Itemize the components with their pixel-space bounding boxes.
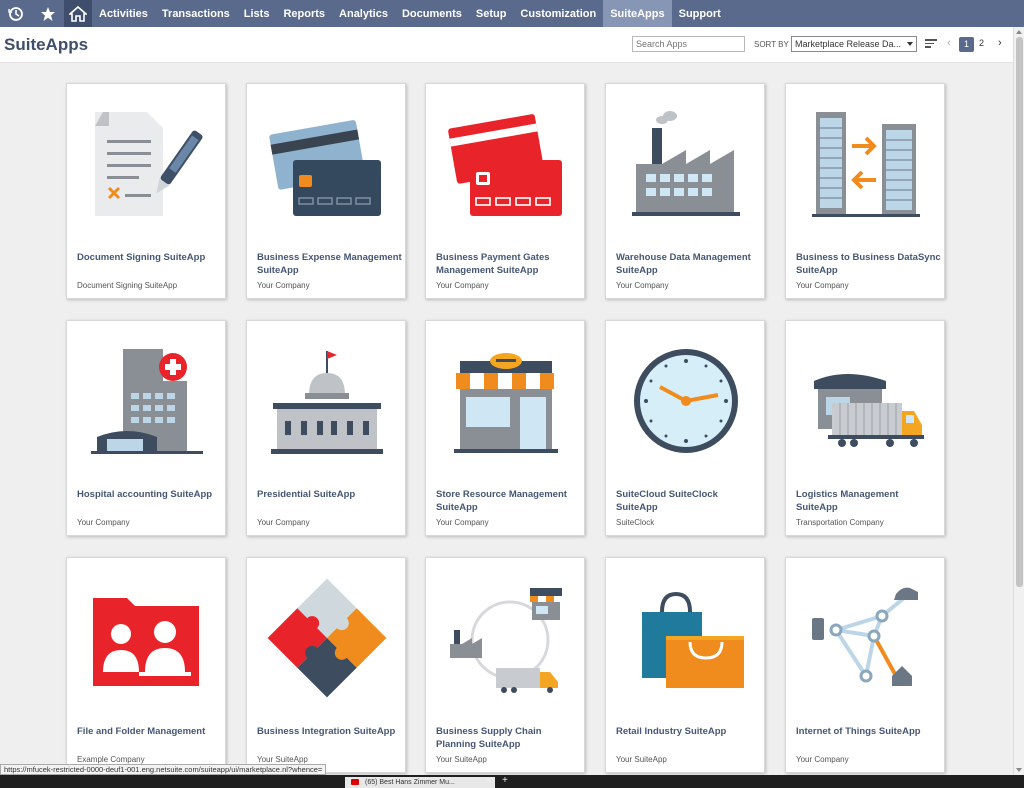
tile-company: Example Company — [77, 755, 145, 764]
tile-name[interactable]: Internet of Things SuiteApp — [796, 725, 941, 738]
tile-company: Your SuiteApp — [616, 755, 667, 764]
scroll-down-arrow[interactable] — [1016, 768, 1022, 772]
scroll-thumb[interactable] — [1016, 37, 1023, 587]
tile-name[interactable]: Warehouse Data Management SuiteApp — [616, 251, 761, 277]
tile-company: Your SuiteApp — [436, 755, 487, 764]
tile-company: Your Company — [796, 281, 849, 290]
tile-name[interactable]: Business Integration SuiteApp — [257, 725, 402, 738]
truck-warehouse-icon — [814, 374, 924, 447]
hospital-icon — [91, 349, 203, 454]
tile-name[interactable]: Business Expense Management SuiteApp — [257, 251, 402, 277]
tile-name[interactable]: Retail Industry SuiteApp — [616, 725, 761, 738]
suiteapp-tile[interactable]: Business Expense Management SuiteApp You… — [246, 83, 406, 299]
clock-icon — [634, 349, 738, 453]
recent-records-icon[interactable] — [0, 0, 32, 27]
search-apps-input[interactable] — [632, 36, 745, 52]
suiteapp-tile[interactable]: Presidential SuiteApp Your Company — [246, 320, 406, 536]
buildings-sync-icon — [812, 112, 920, 217]
iot-network-icon — [812, 587, 918, 686]
suiteapp-tile[interactable]: Store Resource Management SuiteApp Your … — [425, 320, 585, 536]
sort-select[interactable]: Marketplace Release Da... — [791, 36, 917, 52]
home-icon[interactable] — [64, 0, 92, 27]
suiteapp-tile[interactable]: Business to Business DataSync SuiteApp Y… — [785, 83, 945, 299]
youtube-icon — [351, 779, 359, 785]
tile-company: Your Company — [257, 281, 310, 290]
tile-name[interactable]: Presidential SuiteApp — [257, 488, 402, 501]
main-navbar: Activities Transactions Lists Reports An… — [0, 0, 1024, 27]
scrollbar[interactable] — [1013, 27, 1024, 775]
chevron-right-icon[interactable]: › — [998, 37, 1002, 49]
new-tab-icon[interactable]: + — [502, 775, 508, 786]
page-1-button[interactable]: 1 — [959, 37, 974, 52]
tile-name[interactable]: SuiteCloud SuiteClock SuiteApp — [616, 488, 761, 514]
suiteapp-tile[interactable]: File and Folder Management Example Compa… — [66, 557, 226, 773]
payment-cards-icon — [448, 114, 562, 216]
nav-transactions[interactable]: Transactions — [155, 0, 237, 27]
status-bar-url: https://mfucek-restricted-0000-deuf1-001… — [0, 764, 327, 775]
tile-company: Your Company — [436, 281, 489, 290]
tile-company: Your Company — [796, 755, 849, 764]
nav-lists[interactable]: Lists — [237, 0, 277, 27]
tile-company: Your Company — [616, 281, 669, 290]
tile-name[interactable]: Hospital accounting SuiteApp — [77, 488, 222, 501]
suiteapp-tile[interactable]: Retail Industry SuiteApp Your SuiteApp — [605, 557, 765, 773]
factory-icon — [632, 111, 740, 216]
tile-name[interactable]: Store Resource Management SuiteApp — [436, 488, 581, 514]
chevron-down-icon — [907, 42, 913, 46]
browser-tab-title: (65) Best Hans Zimmer Mu... — [365, 779, 455, 786]
suiteapp-tile[interactable]: Document Signing SuiteApp Document Signi… — [66, 83, 226, 299]
supply-chain-icon — [450, 588, 562, 693]
sort-label: SORT BY — [754, 40, 789, 49]
suiteapp-tile[interactable]: Internet of Things SuiteApp Your Company — [785, 557, 945, 773]
tile-name[interactable]: Logistics Management SuiteApp — [796, 488, 941, 514]
page-title: SuiteApps — [4, 35, 89, 54]
folder-users-icon — [93, 598, 199, 686]
nav-activities[interactable]: Activities — [92, 0, 155, 27]
tile-name[interactable]: File and Folder Management — [77, 725, 222, 738]
suiteapp-tile[interactable]: Business Supply Chain Planning SuiteApp … — [425, 557, 585, 773]
star-icon[interactable] — [32, 0, 64, 27]
suiteapp-tile[interactable]: Business Payment Gates Management SuiteA… — [425, 83, 585, 299]
storefront-icon — [454, 353, 558, 453]
nav-reports[interactable]: Reports — [276, 0, 332, 27]
list-view-icon[interactable] — [925, 39, 937, 49]
nav-customization[interactable]: Customization — [513, 0, 603, 27]
shopping-bags-icon — [642, 591, 744, 688]
nav-documents[interactable]: Documents — [395, 0, 469, 27]
suiteapp-tile[interactable]: SuiteCloud SuiteClock SuiteApp SuiteCloc… — [605, 320, 765, 536]
credit-cards-icon — [269, 120, 381, 216]
document-signing-icon — [95, 112, 203, 216]
capitol-building-icon — [271, 351, 383, 454]
tile-name[interactable]: Business to Business DataSync SuiteApp — [796, 251, 941, 277]
tile-name[interactable]: Business Payment Gates Management SuiteA… — [436, 251, 581, 277]
nav-analytics[interactable]: Analytics — [332, 0, 395, 27]
suiteapp-tile[interactable]: Business Integration SuiteApp Your Suite… — [246, 557, 406, 773]
page-header: SuiteApps SORT BY Marketplace Release Da… — [0, 27, 1013, 63]
tile-name[interactable]: Business Supply Chain Planning SuiteApp — [436, 725, 581, 751]
scroll-up-arrow[interactable] — [1016, 30, 1022, 34]
tile-company: Document Signing SuiteApp — [77, 281, 178, 290]
suiteapp-tile[interactable]: Warehouse Data Management SuiteApp Your … — [605, 83, 765, 299]
nav-setup[interactable]: Setup — [469, 0, 514, 27]
page-2-button[interactable]: 2 — [979, 38, 984, 48]
tile-name[interactable]: Document Signing SuiteApp — [77, 251, 222, 264]
suiteapp-tile[interactable]: Hospital accounting SuiteApp Your Compan… — [66, 320, 226, 536]
tile-company: Your Company — [257, 518, 310, 527]
tile-company: Your Company — [436, 518, 489, 527]
chevron-left-icon[interactable]: ‹ — [947, 37, 951, 49]
nav-suiteapps[interactable]: SuiteApps — [603, 0, 672, 27]
tile-company: Your SuiteApp — [257, 755, 308, 764]
nav-support[interactable]: Support — [672, 0, 728, 27]
tile-company: Transportation Company — [796, 518, 884, 527]
puzzle-icon — [267, 578, 387, 698]
suiteapp-tile[interactable]: Logistics Management SuiteApp Transporta… — [785, 320, 945, 536]
browser-taskbar: (65) Best Hans Zimmer Mu... ✕ + — [0, 775, 1024, 788]
tile-company: SuiteClock — [616, 518, 655, 527]
browser-tab[interactable]: (65) Best Hans Zimmer Mu... — [345, 777, 495, 788]
tile-company: Your Company — [77, 518, 130, 527]
sort-select-value: Marketplace Release Da... — [795, 39, 902, 49]
close-icon[interactable]: ✕ — [485, 776, 492, 785]
